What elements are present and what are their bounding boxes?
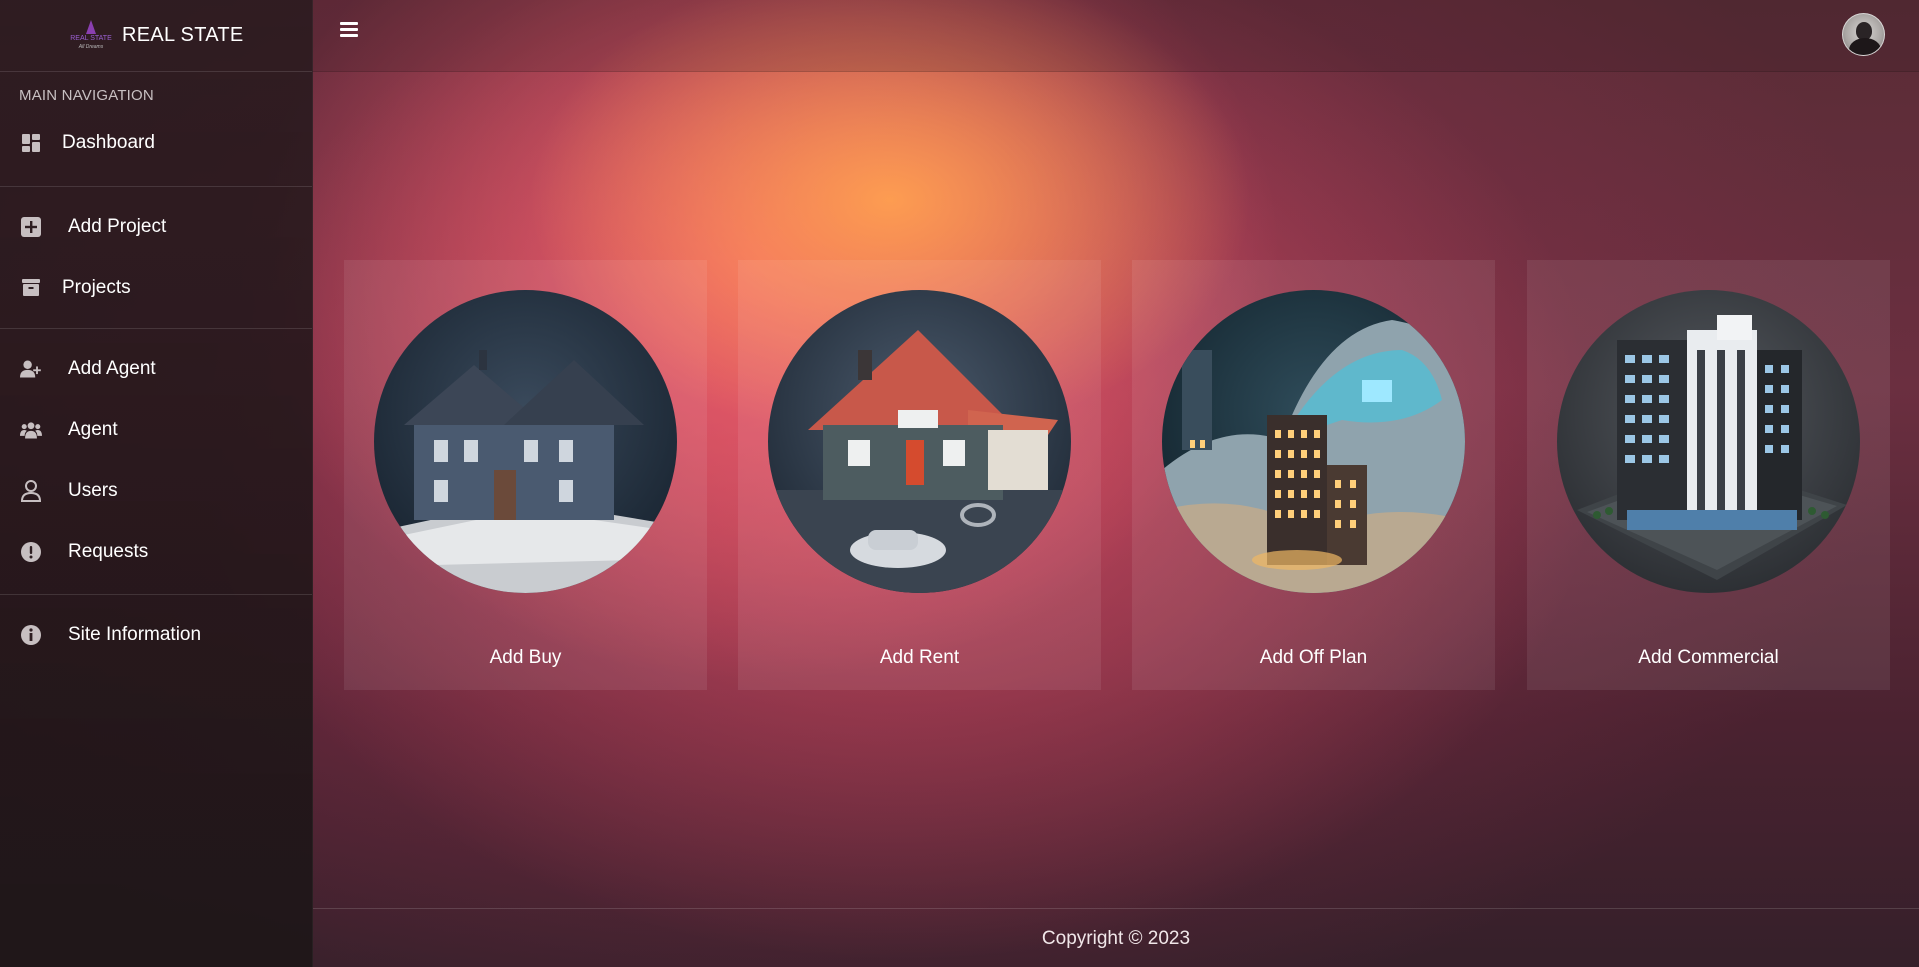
sidebar-item-label: Dashboard bbox=[62, 131, 155, 153]
sidebar-item-site-information[interactable]: Site Information bbox=[0, 604, 312, 665]
plus-square-icon bbox=[20, 216, 42, 238]
users-group-icon bbox=[20, 419, 42, 441]
exclamation-circle-icon bbox=[20, 541, 42, 563]
card-label: Add Off Plan bbox=[1259, 647, 1368, 668]
sidebar-item-add-agent[interactable]: Add Agent bbox=[0, 338, 312, 399]
sidebar-item-label: Users bbox=[68, 479, 118, 501]
nav-group-projects: Add Project Projects bbox=[0, 187, 312, 329]
house-with-car-and-keys-illustration bbox=[768, 290, 1071, 593]
nav-group-people: Add Agent Agent Users Requests bbox=[0, 329, 312, 595]
user-outline-icon bbox=[20, 479, 42, 502]
card-label: Add Commercial bbox=[1638, 647, 1779, 668]
card-add-off-plan[interactable]: Add Off Plan bbox=[1132, 260, 1495, 690]
sidebar-item-label: Projects bbox=[62, 276, 131, 298]
nav-section-header: MAIN NAVIGATION bbox=[19, 87, 154, 104]
sidebar-item-requests[interactable]: Requests bbox=[0, 521, 312, 582]
card-add-rent[interactable]: Add Rent bbox=[738, 260, 1101, 690]
topbar bbox=[313, 0, 1919, 72]
sidebar-item-projects[interactable]: Projects bbox=[0, 257, 312, 318]
user-plus-icon bbox=[20, 358, 42, 380]
sidebar-item-dashboard[interactable]: Dashboard bbox=[0, 112, 312, 173]
dashboard-icon bbox=[20, 132, 42, 154]
nav-group-site: Site Information bbox=[0, 595, 312, 665]
city-buildings-in-sand-illustration bbox=[1162, 290, 1465, 593]
archive-box-icon bbox=[20, 277, 42, 299]
card-label: Add Rent bbox=[879, 647, 960, 668]
brand-title: REAL STATE bbox=[122, 24, 244, 46]
sidebar-item-label: Add Project bbox=[68, 215, 167, 237]
card-add-buy[interactable]: Add Buy bbox=[344, 260, 707, 690]
commercial-tower-illustration bbox=[1557, 290, 1860, 593]
brand[interactable]: REAL STATE All Dreams REAL STATE bbox=[0, 0, 312, 72]
card-label: Add Buy bbox=[489, 647, 562, 668]
sidebar-item-label: Site Information bbox=[68, 623, 202, 645]
sidebar-item-add-project[interactable]: Add Project bbox=[0, 196, 312, 257]
copyright-text: Copyright © 2023 bbox=[1041, 928, 1191, 949]
sidebar-item-users[interactable]: Users bbox=[0, 460, 312, 521]
house-blueprint-illustration bbox=[374, 290, 677, 593]
sidebar-item-label: Add Agent bbox=[68, 357, 156, 379]
card-add-commercial[interactable]: Add Commercial bbox=[1527, 260, 1890, 690]
info-circle-icon bbox=[20, 624, 42, 646]
footer: Copyright © 2023 bbox=[313, 908, 1919, 967]
sidebar-item-label: Agent bbox=[68, 418, 118, 440]
sidebar-item-label: Requests bbox=[68, 540, 149, 562]
user-avatar[interactable] bbox=[1842, 13, 1885, 56]
brand-logo: REAL STATE All Dreams bbox=[68, 18, 114, 54]
action-cards: Add Buy Add Rent Add Off Plan Add Commer… bbox=[344, 260, 1890, 690]
hamburger-icon[interactable] bbox=[340, 22, 358, 38]
nav-group-dashboard: Dashboard bbox=[0, 112, 312, 187]
sidebar-item-agent[interactable]: Agent bbox=[0, 399, 312, 460]
sidebar: REAL STATE All Dreams REAL STATE MAIN NA… bbox=[0, 0, 313, 967]
